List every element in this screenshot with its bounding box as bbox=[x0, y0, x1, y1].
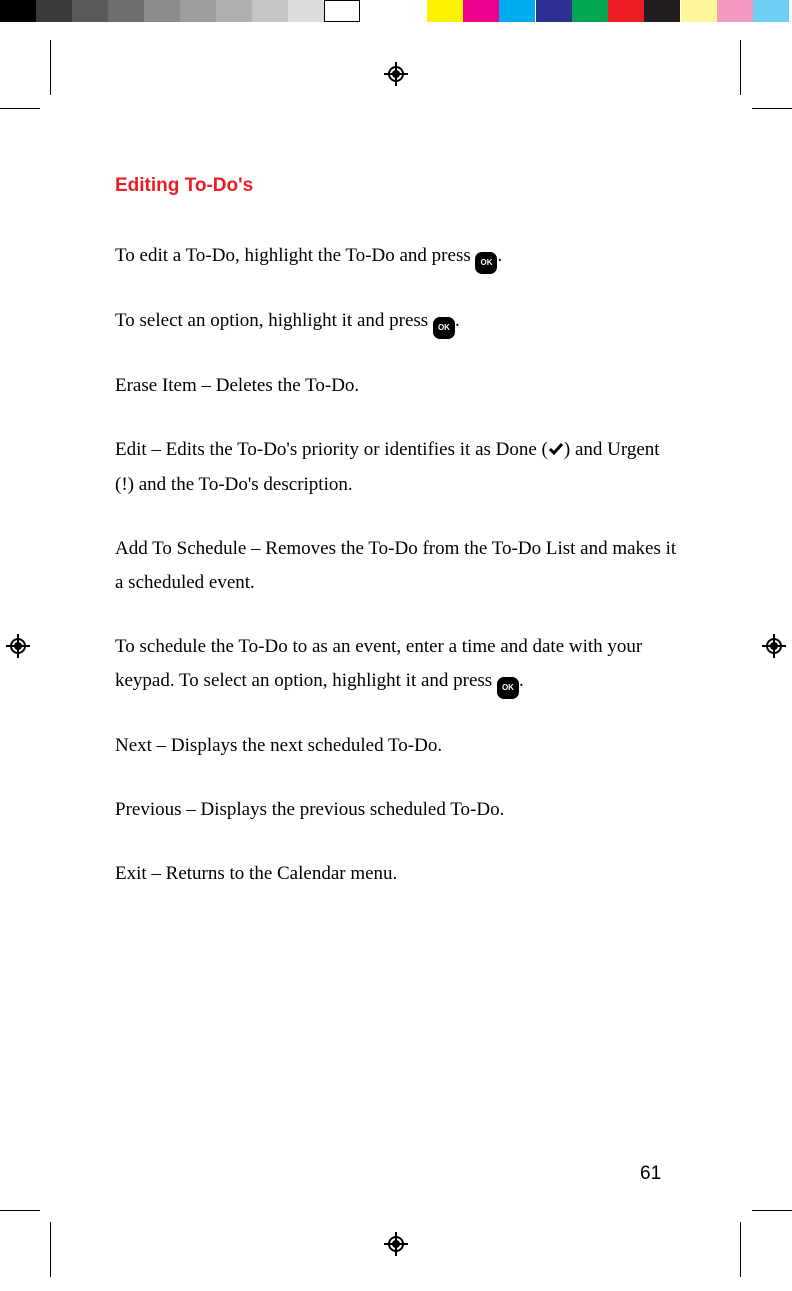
text: . bbox=[455, 310, 460, 331]
color-swatch bbox=[324, 0, 360, 22]
color-bar bbox=[0, 0, 792, 22]
text: To schedule the To-Do to as an event, en… bbox=[115, 636, 642, 691]
paragraph: To edit a To-Do, highlight the To-Do and… bbox=[115, 239, 680, 274]
crop-mark bbox=[0, 1210, 40, 1211]
text: To select an option, highlight it and pr… bbox=[115, 310, 433, 331]
paragraph: To schedule the To-Do to as an event, en… bbox=[115, 630, 680, 699]
color-swatch bbox=[252, 0, 288, 22]
paragraph: Edit – Edits the To-Do's priority or ide… bbox=[115, 433, 680, 502]
paragraph: Exit – Returns to the Calendar menu. bbox=[115, 857, 680, 891]
color-swatch bbox=[144, 0, 180, 22]
crop-mark bbox=[752, 1210, 792, 1211]
crop-mark bbox=[740, 1222, 741, 1277]
color-swatch bbox=[644, 0, 680, 22]
section-heading: Editing To-Do's bbox=[115, 175, 680, 197]
text: . bbox=[497, 245, 502, 266]
color-swatch bbox=[427, 0, 463, 22]
color-swatch bbox=[36, 0, 72, 22]
page-number: 61 bbox=[640, 1163, 661, 1185]
color-swatch bbox=[753, 0, 789, 22]
paragraph: Previous – Displays the previous schedul… bbox=[115, 793, 680, 827]
color-swatch bbox=[216, 0, 252, 22]
check-icon bbox=[548, 434, 564, 468]
color-swatch bbox=[717, 0, 753, 22]
content: Editing To-Do's To edit a To-Do, highlig… bbox=[115, 175, 680, 921]
page: Editing To-Do's To edit a To-Do, highlig… bbox=[0, 0, 792, 1291]
crop-mark bbox=[740, 40, 741, 95]
color-swatch bbox=[608, 0, 644, 22]
registration-mark-icon bbox=[762, 634, 786, 658]
color-swatch bbox=[499, 0, 535, 22]
color-swatch bbox=[72, 0, 108, 22]
text: Edit – Edits the To-Do's priority or ide… bbox=[115, 439, 548, 460]
registration-mark-icon bbox=[384, 62, 408, 86]
crop-mark bbox=[50, 1222, 51, 1277]
registration-mark-icon bbox=[6, 634, 30, 658]
paragraph: Add To Schedule – Removes the To-Do from… bbox=[115, 532, 680, 600]
color-swatch bbox=[288, 0, 324, 22]
paragraph: To select an option, highlight it and pr… bbox=[115, 304, 680, 339]
crop-mark bbox=[752, 108, 792, 109]
crop-mark bbox=[0, 108, 40, 109]
color-swatch bbox=[108, 0, 144, 22]
ok-button-icon: OK bbox=[497, 677, 519, 699]
text: To edit a To-Do, highlight the To-Do and… bbox=[115, 245, 475, 266]
text: . bbox=[519, 670, 524, 691]
paragraph: Next – Displays the next scheduled To-Do… bbox=[115, 729, 680, 763]
registration-mark-icon bbox=[384, 1232, 408, 1256]
ok-button-icon: OK bbox=[475, 252, 497, 274]
ok-button-icon: OK bbox=[433, 317, 455, 339]
paragraph: Erase Item – Deletes the To-Do. bbox=[115, 369, 680, 403]
color-swatch bbox=[681, 0, 717, 22]
color-swatch bbox=[180, 0, 216, 22]
color-swatch bbox=[572, 0, 608, 22]
color-swatch bbox=[0, 0, 36, 22]
crop-mark bbox=[50, 40, 51, 95]
color-swatch bbox=[463, 0, 499, 22]
color-swatch bbox=[536, 0, 572, 22]
